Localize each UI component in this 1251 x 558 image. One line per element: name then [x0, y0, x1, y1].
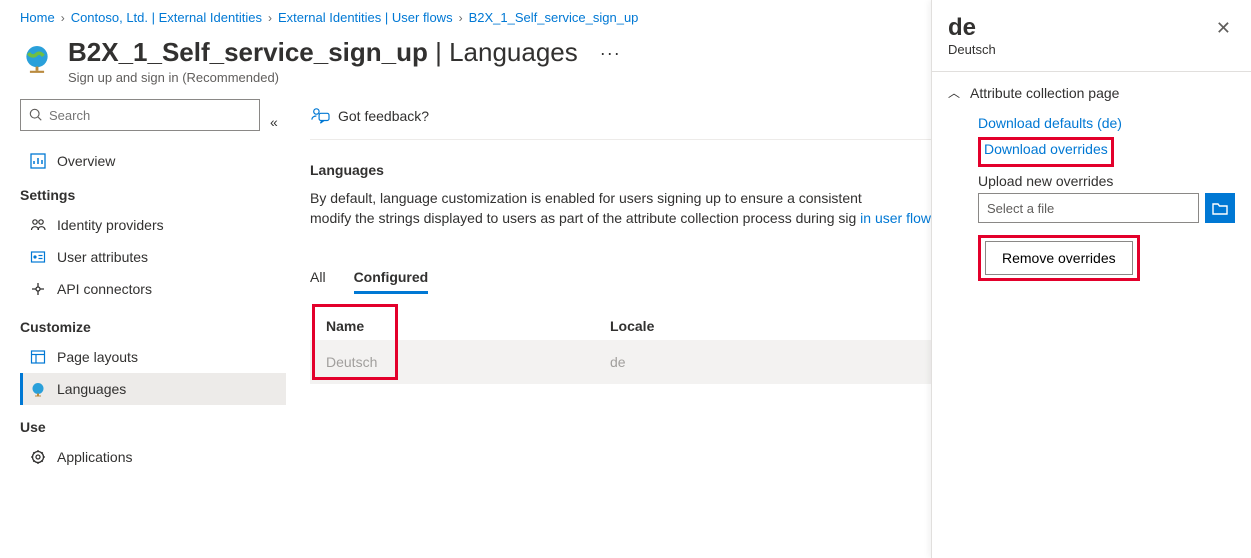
chevron-up-icon: ︿ [948, 84, 960, 101]
nav-page-layouts[interactable]: Page layouts [20, 341, 286, 373]
nav-overview[interactable]: Overview [20, 145, 286, 177]
right-panel: de Deutsch ✕ ︿ Attribute collection page… [931, 0, 1251, 558]
nav-label: Languages [57, 381, 126, 397]
file-select-input[interactable]: Select a file [978, 193, 1199, 223]
leftnav: « Overview Settings Identity providers U… [0, 95, 300, 487]
section-label: Attribute collection page [970, 85, 1119, 101]
panel-subtitle: Deutsch [948, 42, 996, 57]
nav-group-customize: Customize [20, 319, 286, 335]
highlight-annotation: Remove overrides [978, 235, 1140, 281]
search-field[interactable] [49, 108, 251, 123]
search-input[interactable] [20, 99, 260, 131]
chevron-right-icon: › [459, 11, 463, 25]
feedback-icon [310, 107, 330, 125]
divider [932, 71, 1251, 72]
browse-button[interactable] [1205, 193, 1235, 223]
nav-applications[interactable]: Applications [20, 441, 286, 473]
chevron-right-icon: › [61, 11, 65, 25]
download-defaults-link[interactable]: Download defaults (de) [978, 115, 1122, 131]
breadcrumb-item[interactable]: External Identities | User flows [278, 10, 453, 25]
chevron-right-icon: › [268, 11, 272, 25]
nav-label: Applications [57, 449, 133, 465]
more-button[interactable]: ··· [600, 43, 621, 64]
nav-group-use: Use [20, 419, 286, 435]
flow-name: B2X_1_Self_service_sign_up [68, 37, 428, 67]
highlight-annotation: Download overrides [978, 137, 1114, 167]
col-name: Name [310, 318, 610, 334]
languages-icon [29, 381, 47, 397]
feedback-label: Got feedback? [338, 108, 429, 124]
api-connectors-icon [29, 281, 47, 297]
page-title-suffix: | Languages [428, 37, 578, 67]
globe-icon [20, 41, 54, 75]
page-title: B2X_1_Self_service_sign_up | Languages [68, 37, 578, 68]
learn-more-link[interactable]: in user flows. [860, 210, 942, 226]
identity-providers-icon [29, 217, 47, 233]
nav-label: Page layouts [57, 349, 138, 365]
cell-name: Deutsch [310, 354, 610, 370]
nav-label: User attributes [57, 249, 148, 265]
breadcrumb-item[interactable]: B2X_1_Self_service_sign_up [469, 10, 639, 25]
nav-label: API connectors [57, 281, 152, 297]
remove-overrides-button[interactable]: Remove overrides [985, 241, 1133, 275]
nav-label: Overview [57, 153, 115, 169]
panel-title: de [948, 16, 996, 40]
search-icon [29, 108, 43, 122]
tab-configured[interactable]: Configured [354, 263, 429, 294]
page-layouts-icon [29, 349, 47, 365]
user-attributes-icon [29, 249, 47, 265]
tab-all[interactable]: All [310, 263, 326, 294]
nav-label: Identity providers [57, 217, 164, 233]
nav-user-attributes[interactable]: User attributes [20, 241, 286, 273]
breadcrumb-item[interactable]: Home [20, 10, 55, 25]
section-description: By default, language customization is en… [310, 188, 950, 229]
nav-group-settings: Settings [20, 187, 286, 203]
nav-identity-providers[interactable]: Identity providers [20, 209, 286, 241]
page-subtitle: Sign up and sign in (Recommended) [68, 70, 578, 85]
section-expander[interactable]: ︿ Attribute collection page [948, 84, 1235, 101]
close-button[interactable]: ✕ [1212, 16, 1235, 41]
upload-label: Upload new overrides [978, 173, 1235, 189]
applications-icon [29, 449, 47, 465]
nav-api-connectors[interactable]: API connectors [20, 273, 286, 305]
folder-icon [1212, 201, 1228, 215]
overview-icon [29, 153, 47, 169]
download-overrides-link[interactable]: Download overrides [984, 141, 1108, 157]
breadcrumb-item[interactable]: Contoso, Ltd. | External Identities [71, 10, 262, 25]
collapse-nav-button[interactable]: « [270, 114, 278, 130]
nav-languages[interactable]: Languages [20, 373, 286, 405]
